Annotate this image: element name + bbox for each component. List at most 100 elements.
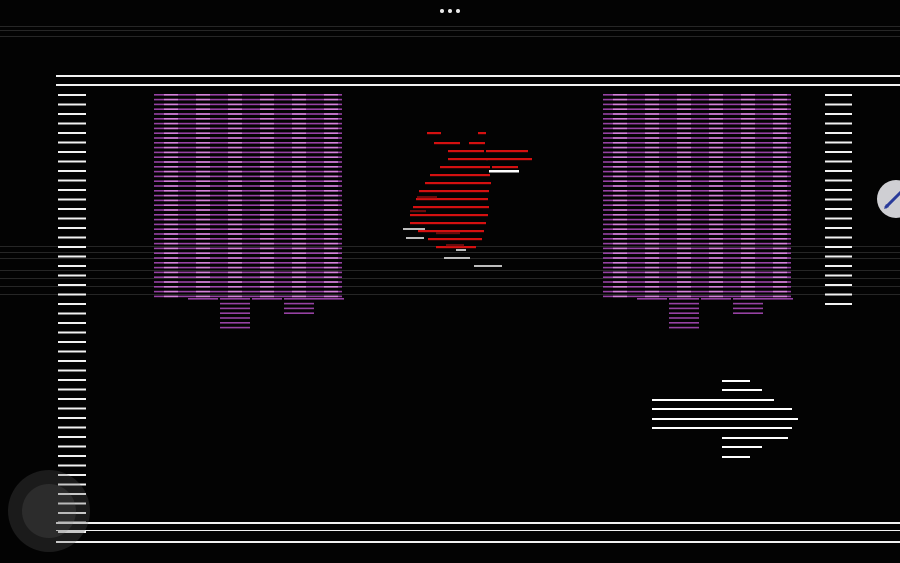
curtain-highlight (613, 257, 627, 259)
frame-left-rail (58, 122, 86, 125)
curtain-hem (669, 307, 699, 310)
curtain-highlight (741, 113, 755, 115)
curtain-highlight (677, 271, 691, 274)
curtain-highlight (260, 151, 274, 154)
curtain-highlight (228, 118, 242, 120)
curtain-stripe (154, 137, 342, 139)
curtain-highlight (228, 266, 242, 269)
curtain-highlight (645, 185, 659, 187)
curtain-highlight (196, 223, 210, 226)
curtain-highlight (260, 295, 274, 298)
curtain-highlight (677, 146, 691, 149)
curtain-highlight (645, 228, 659, 230)
curtain-highlight (164, 170, 178, 173)
curtain-stripe (603, 223, 791, 226)
curtain-highlight (709, 113, 723, 115)
curtain-highlight (164, 266, 178, 269)
curtain-highlight (613, 252, 627, 254)
curtain-highlight (196, 281, 210, 283)
curtain-highlight (260, 266, 274, 269)
curtain-highlight (613, 127, 627, 130)
character-stripe (419, 190, 489, 193)
curtain-highlight (677, 266, 691, 269)
curtain-stripe (603, 266, 791, 269)
curtain-highlight (164, 204, 178, 206)
curtain-highlight (324, 218, 338, 221)
frame-left-rail (58, 445, 86, 448)
curtain-highlight (773, 242, 787, 245)
curtain-hem (220, 322, 250, 324)
curtain-highlight (773, 194, 787, 197)
curtain-stripe (154, 262, 342, 264)
curtain-stripe (603, 103, 791, 106)
frame-right-rail (825, 141, 852, 144)
frame-left-rail (58, 303, 86, 305)
curtain-highlight (677, 185, 691, 187)
curtain-highlight (324, 190, 338, 192)
curtain-highlight (677, 156, 691, 158)
curtain-highlight (677, 223, 691, 226)
curtain-highlight (709, 257, 723, 259)
curtain-stripe (603, 238, 791, 240)
pencil-icon (884, 190, 900, 209)
curtain-highlight (773, 247, 787, 250)
curtain-highlight (677, 204, 691, 206)
curtain-highlight (709, 108, 723, 110)
curtain-highlight (709, 132, 723, 134)
curtain-stripe (603, 142, 791, 144)
curtain-highlight (324, 161, 338, 163)
curtain-stripe (603, 98, 791, 101)
curtain-highlight (196, 161, 210, 163)
curtain-highlight (196, 252, 210, 254)
curtain-highlight (645, 132, 659, 134)
curtain-highlight (196, 185, 210, 187)
curtain-stripe (603, 228, 791, 230)
curtain-highlight (709, 98, 723, 101)
curtain-highlight (613, 98, 627, 101)
curtain-highlight (709, 103, 723, 106)
curtain-highlight (260, 132, 274, 134)
curtain-highlight (773, 161, 787, 163)
curtain-highlight (228, 295, 242, 298)
scanline (0, 36, 900, 37)
more-dots-icon[interactable] (432, 3, 468, 19)
curtain-highlight (709, 127, 723, 130)
curtain-highlight (741, 180, 755, 182)
curtain-highlight (741, 132, 755, 134)
curtain-highlight (260, 218, 274, 221)
curtain-highlight (292, 185, 306, 187)
curtain-highlight (260, 271, 274, 274)
curtain-highlight (228, 108, 242, 110)
curtain-highlight (196, 137, 210, 139)
curtain-highlight (613, 228, 627, 230)
frame-left-rail (58, 322, 86, 324)
curtain-highlight (613, 137, 627, 139)
curtain-highlight (741, 146, 755, 149)
joystick-icon[interactable] (8, 470, 90, 552)
curtain-highlight (709, 242, 723, 245)
curtain-stripe (154, 271, 342, 274)
curtain-highlight (324, 266, 338, 269)
curtain-highlight (228, 132, 242, 134)
curtain-highlight (164, 142, 178, 144)
character-stripe (413, 206, 489, 209)
curtain-highlight (741, 257, 755, 259)
curtain-highlight (741, 151, 755, 154)
curtain-highlight (741, 170, 755, 173)
curtain-highlight (741, 281, 755, 283)
curtain-highlight (645, 252, 659, 254)
curtain-highlight (709, 290, 723, 293)
curtain-stripe (154, 209, 342, 211)
curtain-highlight (677, 98, 691, 101)
curtain-highlight (260, 233, 274, 235)
curtain-stripe (154, 185, 342, 187)
curtain-highlight (645, 271, 659, 274)
curtain-highlight (324, 271, 338, 274)
curtain-hem (220, 312, 250, 314)
frame-left-rail (58, 417, 86, 419)
character-stripe (410, 222, 486, 225)
curtain-highlight (292, 122, 306, 125)
frame-left-rail (58, 284, 86, 286)
curtain-highlight (613, 214, 627, 216)
frame-left-rail (58, 160, 86, 163)
